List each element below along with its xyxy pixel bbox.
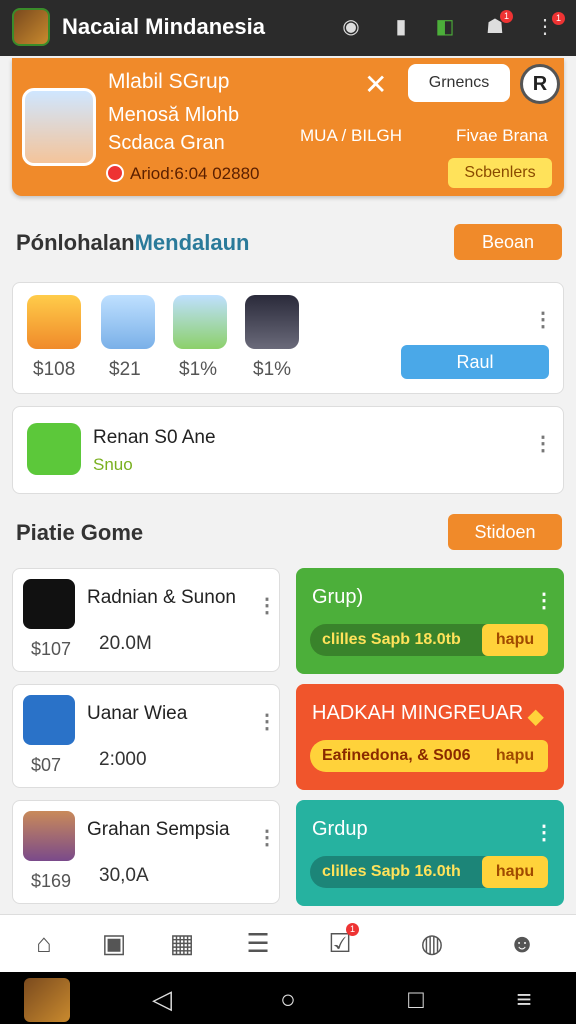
app-icon[interactable] [12, 8, 50, 46]
profile-icon[interactable]: ☻ [504, 925, 540, 961]
flag-icon[interactable]: ◧ [430, 12, 460, 42]
promo-action-button[interactable]: hapu [482, 856, 548, 888]
promo-action-button[interactable]: hapu [482, 740, 548, 772]
phone-icon[interactable]: ▮ [386, 12, 416, 42]
profile-group: Scdaca Gran [108, 132, 225, 154]
promo-card[interactable]: Grup) ⋮ clilles Sapb 18.0tb hapu [296, 568, 564, 674]
friends-title-a: Pónlohalan [16, 230, 135, 255]
back-icon[interactable]: ◁ [142, 984, 182, 1015]
game-icon [23, 695, 75, 745]
menu-icon[interactable]: ≡ [504, 984, 544, 1015]
featured-sub: Snuo [93, 455, 133, 474]
friends-section-title: PónlohalanMendalaun [16, 230, 249, 256]
gallery-icon[interactable]: ▦ [164, 925, 200, 961]
friends-title-b: Mendalaun [134, 230, 250, 255]
game-badge: 2:000 [99, 749, 147, 770]
app-shortcut-icon[interactable] [24, 978, 70, 1022]
games-action-button[interactable]: Stidoen [448, 514, 562, 550]
friend-avatar-3[interactable] [173, 295, 227, 349]
promo-more-icon[interactable]: ⋮ [534, 588, 554, 613]
news-icon[interactable]: ☰ [240, 925, 276, 961]
camera-icon[interactable]: ◉ [336, 12, 366, 42]
featured-card[interactable]: Renan S0 Ane Snuo ⋮ [12, 406, 564, 494]
game-name: Grahan Sempsia [87, 819, 230, 840]
star-icon [27, 423, 81, 475]
home-icon[interactable]: ⌂ [26, 925, 62, 961]
friend-amount-3: $1% [179, 359, 218, 380]
game-price: $107 [31, 639, 72, 659]
game-badge: 20.0M [99, 633, 152, 654]
clock-icon [106, 164, 124, 182]
app-title: Nacaial Mindanesia [62, 14, 265, 39]
game-price: $169 [31, 871, 72, 891]
promo-title: Grup) [312, 586, 364, 608]
friend-avatar-1[interactable] [27, 295, 81, 349]
system-nav-bar: ◁ ○ □ ≡ [0, 972, 576, 1024]
chat-badge: 1 [500, 10, 513, 23]
friend-avatar-2[interactable] [101, 295, 155, 349]
game-card[interactable]: Uanar Wiea $07 2:000 ⋮ [12, 684, 280, 788]
tasks-badge: 1 [346, 923, 359, 936]
close-icon[interactable]: ✕ [364, 68, 387, 101]
friend-avatar-4[interactable] [245, 295, 299, 349]
profile-subtitle: Menosă Mlohb [108, 104, 240, 126]
schedule-button[interactable]: Scbenlers [448, 158, 552, 188]
games-button[interactable]: Grnencs [408, 64, 510, 102]
game-card[interactable]: Grahan Sempsia $169 30,0A ⋮ [12, 800, 280, 904]
shield-icon[interactable]: ◆ [528, 704, 543, 729]
title-bar: Nacaial Mindanesia ◉ ▮ ◧ ☗ 1 ⋮ 1 [0, 0, 576, 56]
promo-title: Grdup [312, 818, 368, 840]
game-more-icon[interactable]: ⋮ [257, 825, 277, 850]
friends-more-icon[interactable]: ⋮ [533, 307, 553, 332]
raul-button[interactable]: Raul [401, 345, 549, 379]
game-badge: 30,0A [99, 865, 149, 886]
game-name: Radnian & Sunon [87, 587, 236, 608]
profile-fave: Fivae Brana [456, 126, 548, 145]
game-more-icon[interactable]: ⋮ [257, 593, 277, 618]
home-button-icon[interactable]: ○ [268, 984, 308, 1015]
recents-icon[interactable]: □ [396, 984, 436, 1015]
games-section-title: Piatie Gome [16, 520, 144, 545]
profile-location: MUA / BILGH [300, 126, 403, 145]
promo-card[interactable]: HADKAH MINGREUAR ◆ Eafinedona, & S006 ha… [296, 684, 564, 790]
profile-card: Mlabil SGrup Menosă Mlohb Scdaca Gran MU… [12, 58, 564, 196]
friends-action-button[interactable]: Beoan [454, 224, 562, 260]
featured-more-icon[interactable]: ⋮ [533, 431, 553, 456]
game-icon [23, 579, 75, 629]
friend-amount-4: $1% [253, 359, 292, 380]
friend-amount-1: $108 [33, 359, 76, 380]
promo-action-button[interactable]: hapu [482, 624, 548, 656]
globe-icon[interactable]: ◍ [414, 925, 450, 961]
game-name: Uanar Wiea [87, 703, 188, 724]
more-badge: 1 [552, 12, 565, 25]
profile-r-button[interactable]: R [520, 64, 560, 104]
promo-more-icon[interactable]: ⋮ [534, 820, 554, 845]
promo-card[interactable]: Grdup ⋮ clilles Sapb 16.0th hapu [296, 800, 564, 906]
camera-icon[interactable]: ▣ [96, 925, 132, 961]
game-more-icon[interactable]: ⋮ [257, 709, 277, 734]
profile-name: Mlabil SGrup [108, 70, 230, 93]
profile-time: Ariod:6:04 02880 [130, 164, 260, 183]
bottom-nav: ⌂ ▣ ▦ ☰ ☑ 1 ◍ ☻ [0, 914, 576, 972]
game-price: $07 [31, 755, 62, 775]
friend-amount-2: $21 [109, 359, 141, 380]
friends-card: $108 $21 $1% $1% ⋮ Raul [12, 282, 564, 394]
promo-title: HADKAH MINGREUAR [312, 702, 524, 724]
avatar[interactable] [22, 88, 96, 166]
game-card[interactable]: Radnian & Sunon $107 20.0M ⋮ [12, 568, 280, 672]
game-icon [23, 811, 75, 861]
featured-name: Renan S0 Ane [93, 427, 216, 448]
